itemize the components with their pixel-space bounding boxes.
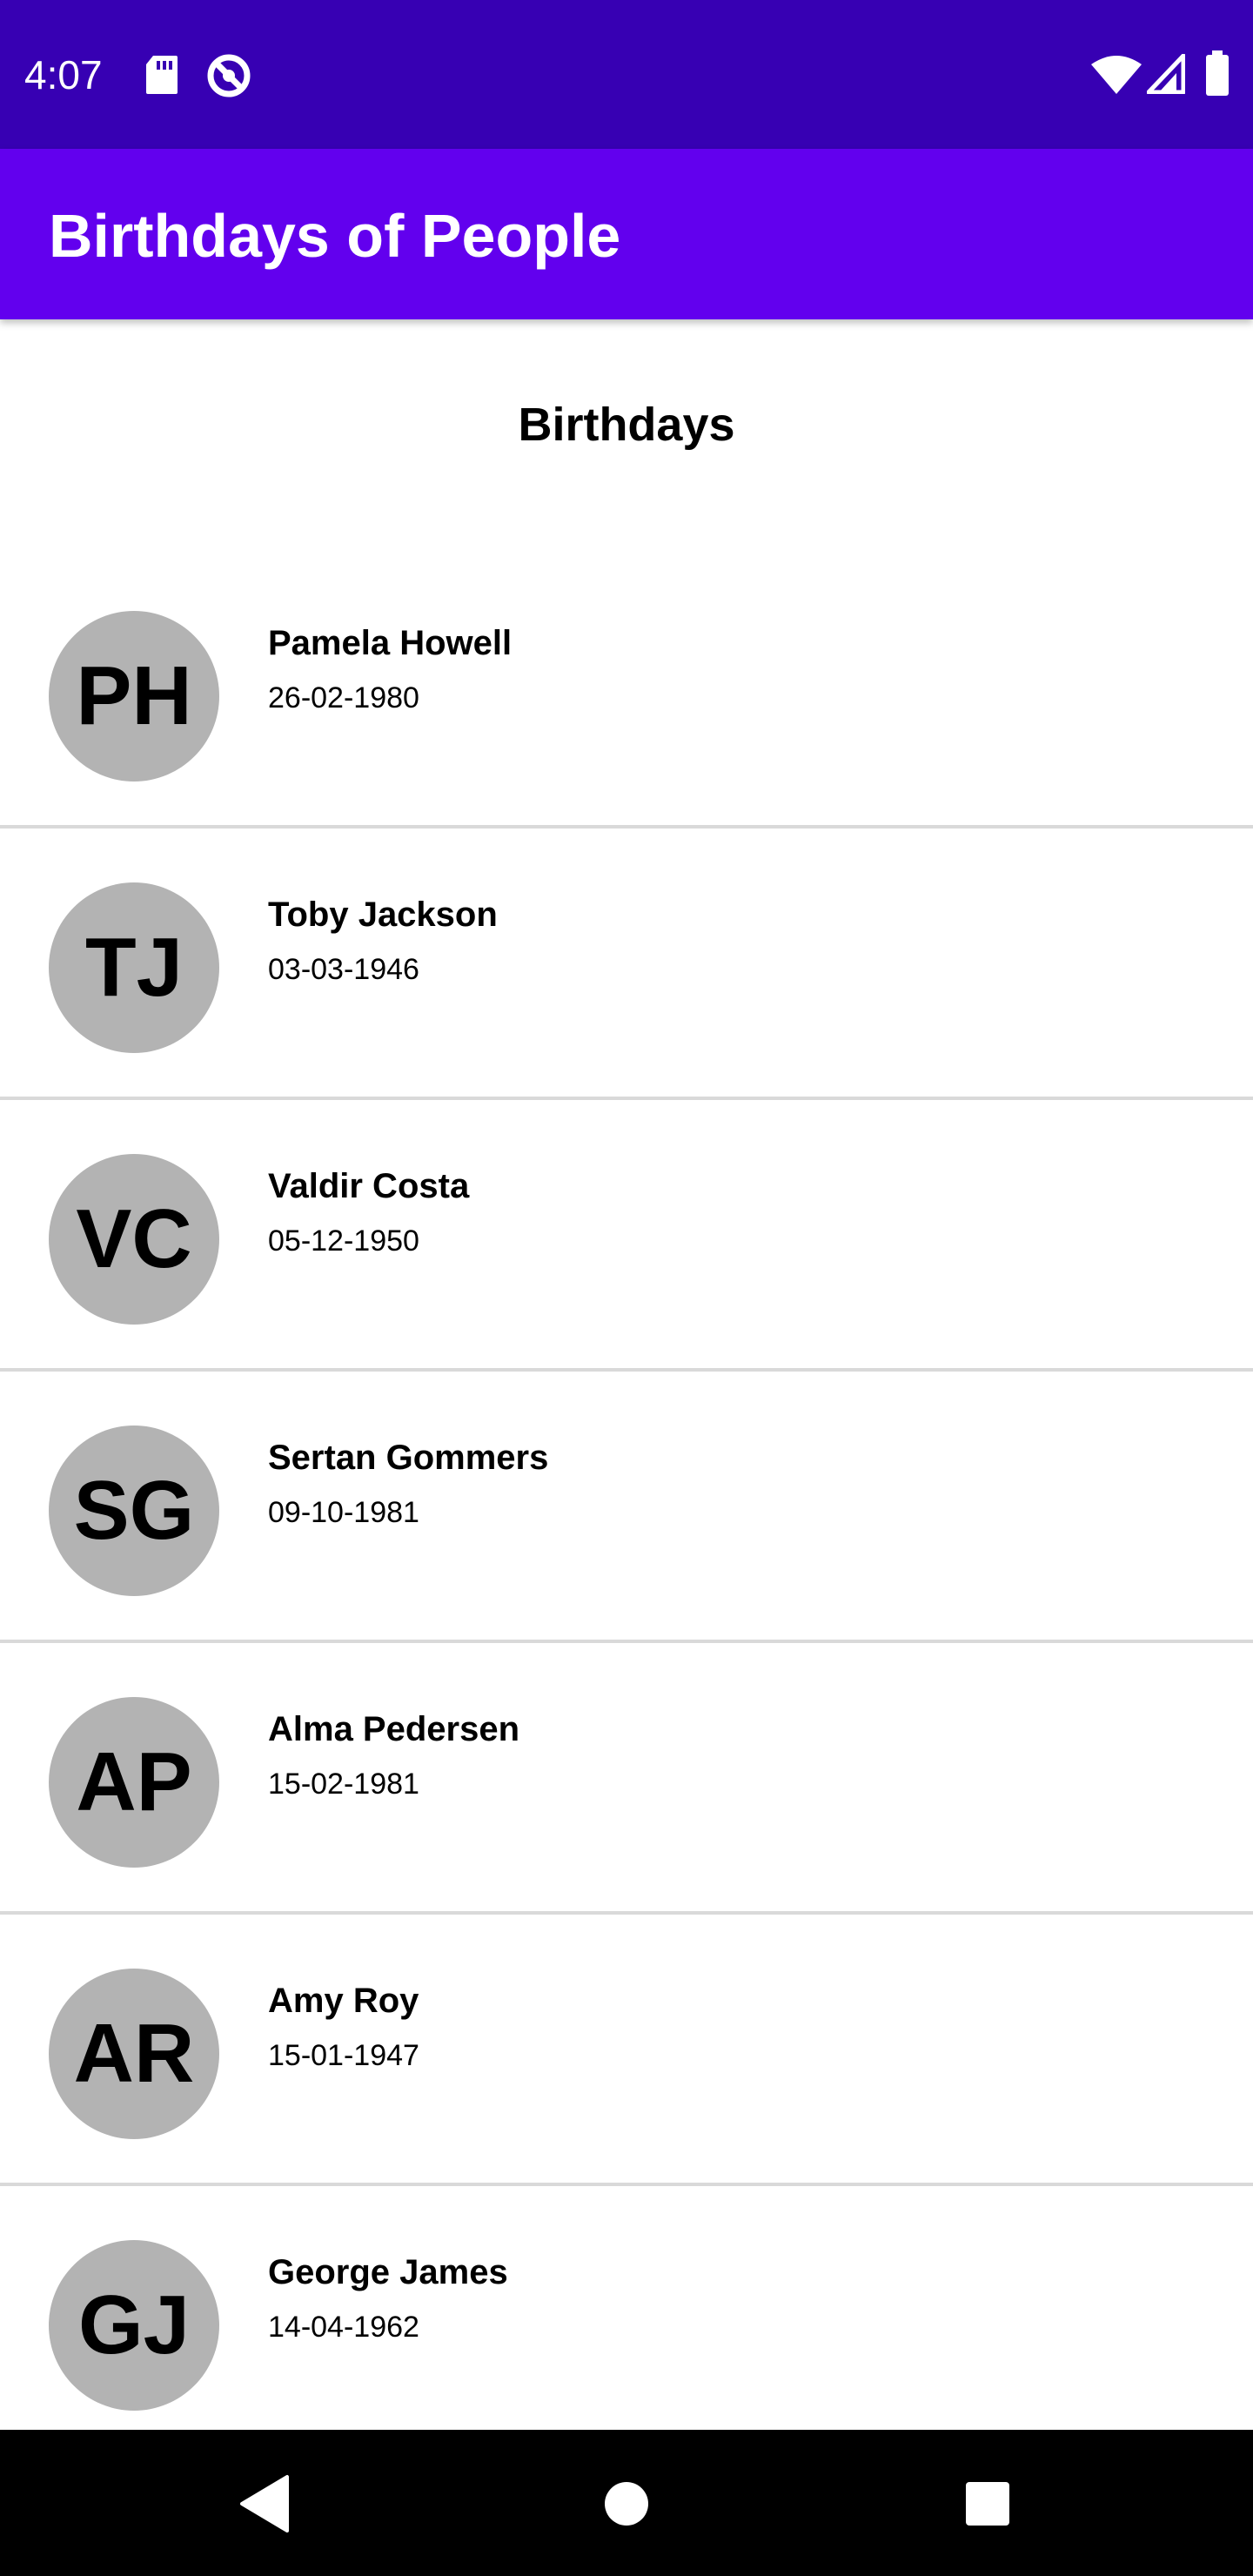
birth-date: 26-02-1980 xyxy=(268,681,419,714)
app-bar: Birthdays of People xyxy=(0,149,1253,319)
person-name: Toby Jackson xyxy=(268,896,498,934)
sd-card-icon xyxy=(146,56,178,94)
person-name: Pamela Howell xyxy=(268,624,513,662)
birth-date: 03-03-1946 xyxy=(268,953,419,986)
battery-icon xyxy=(1206,50,1229,96)
avatar: SG xyxy=(49,1426,219,1596)
person-name: Valdir Costa xyxy=(268,1167,470,1205)
avatar: AR xyxy=(49,1969,219,2139)
avatar: GJ xyxy=(49,2240,219,2411)
avatar: VC xyxy=(49,1154,219,1325)
list-item[interactable]: GJ George James 14-04-1962 xyxy=(0,2186,1253,2458)
home-icon[interactable] xyxy=(587,2465,666,2543)
person-name: George James xyxy=(268,2253,508,2291)
status-bar: 4:07 xyxy=(0,0,1253,149)
recents-icon[interactable] xyxy=(948,2465,1027,2543)
birthday-list: PH Pamela Howell 26-02-1980 TJ Toby Jack… xyxy=(0,557,1253,2458)
back-icon[interactable] xyxy=(231,2465,310,2543)
no-sync-icon xyxy=(207,54,251,97)
birth-date: 05-12-1950 xyxy=(268,1224,419,1258)
page-title: Birthdays xyxy=(518,399,735,451)
list-item[interactable]: VC Valdir Costa 05-12-1950 xyxy=(0,1100,1253,1372)
birth-date: 14-04-1962 xyxy=(268,2311,419,2344)
signal-icon xyxy=(1147,54,1185,94)
birth-date: 15-02-1981 xyxy=(268,1768,419,1801)
avatar: TJ xyxy=(49,882,219,1053)
list-item[interactable]: TJ Toby Jackson 03-03-1946 xyxy=(0,828,1253,1100)
list-item[interactable]: PH Pamela Howell 26-02-1980 xyxy=(0,557,1253,828)
person-name: Amy Roy xyxy=(268,1982,419,2020)
navigation-bar xyxy=(0,2430,1253,2576)
app-title: Birthdays of People xyxy=(49,202,621,270)
person-name: Alma Pedersen xyxy=(268,1710,520,1748)
list-item[interactable]: AP Alma Pedersen 15-02-1981 xyxy=(0,1643,1253,1915)
birth-date: 09-10-1981 xyxy=(268,1496,419,1529)
wifi-icon xyxy=(1091,56,1142,94)
person-name: Sertan Gommers xyxy=(268,1439,549,1477)
status-time: 4:07 xyxy=(24,52,103,97)
birth-date: 15-01-1947 xyxy=(268,2039,419,2072)
list-item[interactable]: SG Sertan Gommers 09-10-1981 xyxy=(0,1372,1253,1643)
list-item[interactable]: AR Amy Roy 15-01-1947 xyxy=(0,1915,1253,2186)
avatar: PH xyxy=(49,611,219,782)
avatar: AP xyxy=(49,1697,219,1868)
